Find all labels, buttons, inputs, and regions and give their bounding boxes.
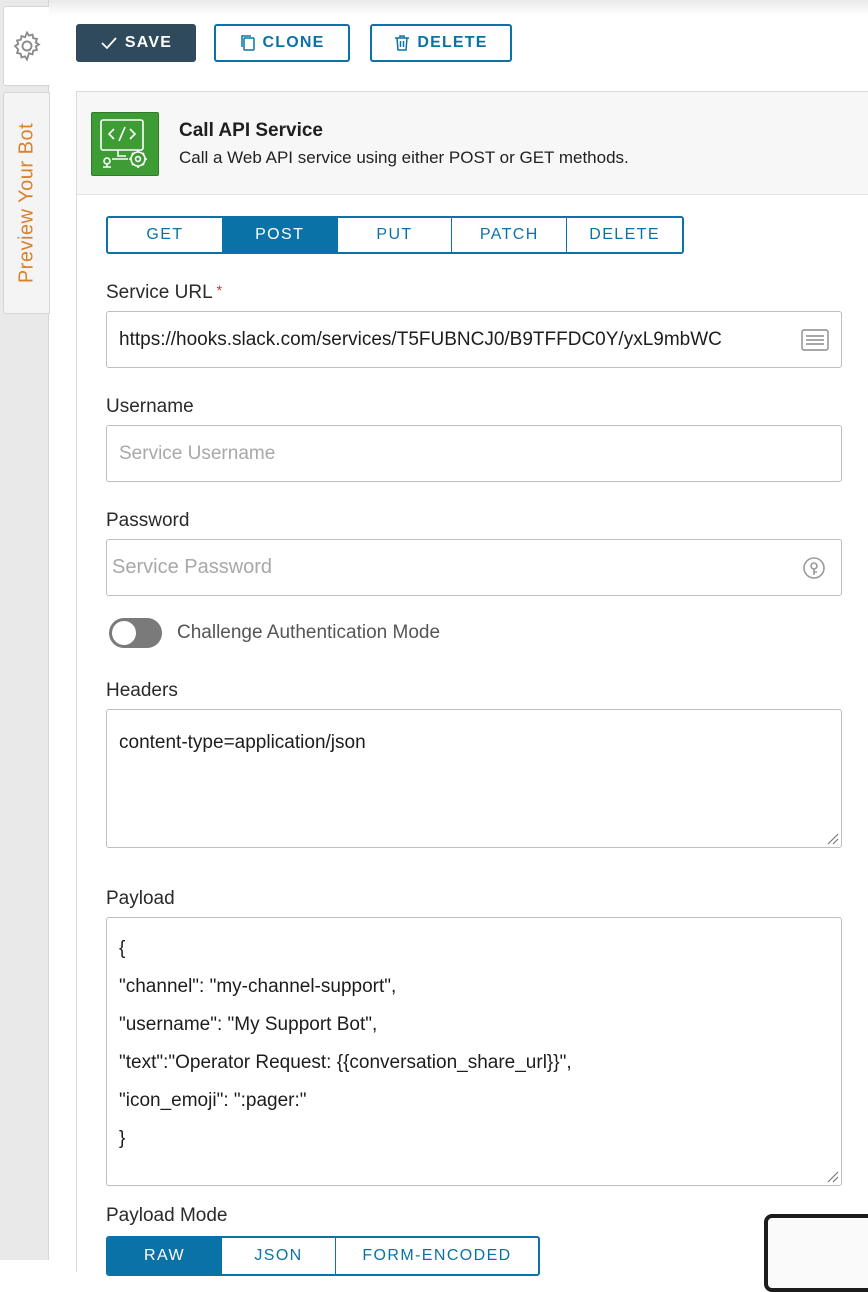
password-placeholder: Service Password <box>112 556 273 578</box>
headers-value: content-type=application/json <box>119 732 366 753</box>
copy-icon <box>240 35 255 51</box>
tab-delete[interactable]: DELETE <box>567 218 682 252</box>
method-tabs: GET POST PUT PATCH DELETE <box>106 216 684 254</box>
challenge-auth-label: Challenge Authentication Mode <box>177 622 441 643</box>
password-key-icon[interactable] <box>801 555 827 581</box>
gear-icon <box>13 30 41 62</box>
preview-thumbnail <box>764 1214 868 1292</box>
service-url-value: https://hooks.slack.com/services/T5FUBNC… <box>119 328 722 350</box>
preview-bot-tab[interactable]: Preview Your Bot <box>3 92 50 314</box>
headers-textarea[interactable]: content-type=application/json <box>106 709 842 848</box>
service-description: Call a Web API service using either POST… <box>179 148 629 167</box>
service-title: Call API Service <box>179 120 323 141</box>
tab-post[interactable]: POST <box>222 218 338 252</box>
payload-label: Payload <box>106 888 175 909</box>
contact-card-icon[interactable] <box>801 328 829 351</box>
password-label: Password <box>106 510 190 531</box>
left-rail: Preview Your Bot <box>0 0 50 1260</box>
username-placeholder: Service Username <box>119 442 276 464</box>
required-mark: * <box>216 282 223 298</box>
payload-mode-tabs: RAW JSON FORM-ENCODED <box>106 1236 540 1276</box>
headers-label: Headers <box>106 680 178 701</box>
resize-grip-icon[interactable] <box>825 1169 839 1183</box>
save-label: SAVE <box>124 34 173 51</box>
toggle-knob <box>112 621 136 645</box>
tab-raw[interactable]: RAW <box>108 1238 222 1274</box>
tab-patch[interactable]: PATCH <box>452 218 568 252</box>
save-button[interactable]: SAVE <box>76 24 196 62</box>
payload-line: "username": "My Support Bot", <box>119 1014 378 1035</box>
preview-bot-label: Preview Your Bot <box>15 122 37 284</box>
clone-label: CLONE <box>262 34 325 51</box>
top-strip <box>49 0 868 16</box>
service-url-input[interactable]: https://hooks.slack.com/services/T5FUBNC… <box>106 311 842 368</box>
tab-json[interactable]: JSON <box>222 1238 336 1274</box>
settings-tab[interactable] <box>3 6 50 86</box>
check-icon <box>101 37 117 50</box>
clone-button[interactable]: CLONE <box>214 24 350 62</box>
tab-form-encoded[interactable]: FORM-ENCODED <box>336 1238 538 1274</box>
username-input[interactable]: Service Username <box>106 425 842 482</box>
service-url-label-text: Service URL <box>106 282 213 303</box>
payload-line: "icon_emoji": ":pager:" <box>119 1090 307 1111</box>
api-service-icon <box>91 112 159 176</box>
payload-line: } <box>119 1128 126 1149</box>
password-input[interactable]: Service Password <box>106 539 842 596</box>
username-label: Username <box>106 396 194 417</box>
tab-put[interactable]: PUT <box>337 218 453 252</box>
payload-line: "channel": "my-channel-support", <box>119 976 397 997</box>
payload-line: "text":"Operator Request: {{conversation… <box>119 1052 572 1073</box>
trash-icon <box>395 35 410 51</box>
delete-button[interactable]: DELETE <box>370 24 512 62</box>
payload-line: { <box>119 938 126 959</box>
resize-grip-icon[interactable] <box>825 831 839 845</box>
challenge-auth-toggle[interactable] <box>109 618 162 648</box>
payload-textarea[interactable]: { "channel": "my-channel-support", "user… <box>106 917 842 1186</box>
service-url-label: Service URL * <box>106 282 222 304</box>
payload-mode-label: Payload Mode <box>106 1205 228 1226</box>
delete-label: DELETE <box>417 34 488 51</box>
panel-header: Call API Service Call a Web API service … <box>77 92 868 195</box>
tab-get[interactable]: GET <box>108 218 223 252</box>
